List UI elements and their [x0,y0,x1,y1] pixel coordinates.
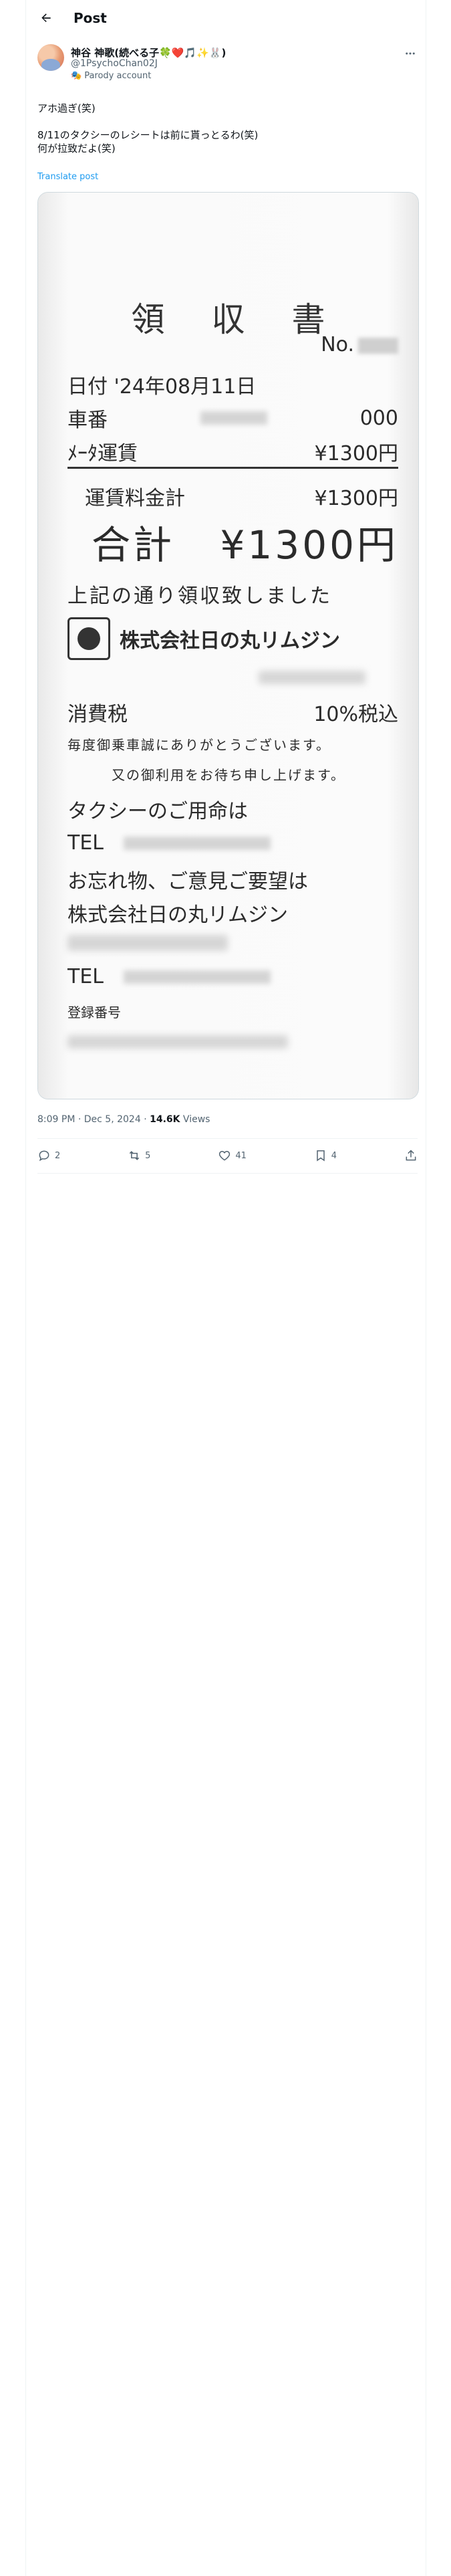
author-handle[interactable]: @1PsychoChan02J [71,58,158,69]
receipt-company-text: 株式会社日の丸リムジン [120,629,340,653]
mask-icon: 🎭 [71,71,82,81]
receipt-car-label: 車番 [67,409,108,432]
author-name[interactable]: 神谷 神歌(続べる子🍀❤️🎵✨🐰) [71,45,226,60]
translate-post-link[interactable]: Translate post [37,172,98,182]
reply-count: 2 [55,1150,61,1161]
receipt-total-value: ¥1300円 [220,522,398,568]
receipt-registration-text: 登録番号 [67,1004,121,1021]
receipt-tax-value: 10%税込 [313,703,398,726]
receipt-fare-value: ¥1300円 [314,487,398,510]
like-button[interactable]: 41 [218,1149,247,1162]
receipt-divider [67,467,398,469]
receipt: 領収書 No. 日付 '24年08月11日 車番 000 ﾒｰﾀ運賃 ¥1300円 … [38,193,418,1099]
receipt-date-text: 日付 '24年08月11日 [67,375,257,399]
receipt-tel-1: TEL [67,831,398,855]
receipt-lost-text: お忘れ物、ご意見ご要望は [67,870,308,893]
receipt-lost: お忘れ物、ご意見ご要望は [67,865,398,894]
receipt-company: 株式会社日の丸リムジン [67,617,398,660]
views-label: Views [180,1114,210,1125]
receipt-fare: 運賃料金計 ¥1300円 [85,481,398,511]
bookmark-count: 4 [331,1150,337,1161]
receipt-tax: 消費税 10%税込 [67,697,398,727]
arrow-left-icon [41,13,51,22]
repost-count: 5 [145,1150,151,1161]
post-line: 何が拉致だよ(笑) [37,142,116,154]
reply-button[interactable]: 2 [37,1149,60,1162]
receipt-thanks-1-text: 毎度御乗車誠にありがとうございます。 [67,737,331,753]
divider [37,1138,418,1139]
receipt-thanks-1: 毎度御乗車誠にありがとうございます。 [67,734,398,754]
repost-icon [129,1151,140,1160]
receipt-total: 合計 ¥1300円 [92,514,398,570]
receipt-meter-value: ¥1300円 [314,442,398,465]
share-icon [406,1150,416,1161]
top-bar: Post [25,0,426,35]
post-timestamp[interactable]: 8:09 PM · Dec 5, 2024 · [37,1114,150,1125]
share-button[interactable] [404,1149,418,1162]
heart-icon [219,1150,231,1161]
receipt-taxi-call-text: タクシーのご用命は [67,800,248,823]
hinomaru-logo [67,617,110,660]
receipt-number: No. [321,333,398,356]
receipt-thanks-2-text: 又の御利用をお待ち申し上げます。 [112,767,345,783]
back-button[interactable] [35,7,57,29]
avatar[interactable] [37,44,64,71]
view-count: 14.6K [150,1114,180,1125]
receipt-tel-1-label: TEL [67,831,104,855]
post-actions: 2 5 41 4 [37,1140,418,1172]
receipt-company-2: 株式会社日の丸リムジン [67,898,398,928]
receipt-tel-2: TEL [67,965,398,988]
bookmark-button[interactable]: 4 [314,1149,337,1162]
more-options-button[interactable] [402,45,418,62]
parody-label-text: Parody account [84,71,152,81]
receipt-tax-label: 消費税 [67,703,128,726]
page-title: Post [73,9,107,26]
post-line: 8/11のタクシーのレシートは前に貰っとるわ(笑) [37,129,259,141]
receipt-thanks-2: 又の御利用をお待ち申し上げます。 [112,764,398,784]
divider [37,1173,418,1174]
post-image[interactable]: 領収書 No. 日付 '24年08月11日 車番 000 ﾒｰﾀ運賃 ¥1300円 … [37,192,419,1099]
post-line: アホ過ぎ(笑) [37,102,96,114]
receipt-date: 日付 '24年08月11日 [67,370,398,399]
receipt-company-2-text: 株式会社日の丸リムジン [67,903,288,927]
receipt-car-suffix: 000 [359,406,398,430]
receipt-meter: ﾒｰﾀ運賃 ¥1300円 [67,437,398,466]
receipt-car: 車番 000 [67,403,398,433]
receipt-received-text: 上記の通り領収致しました [67,584,332,608]
bookmark-icon [317,1150,325,1162]
receipt-taxi-call: タクシーのご用命は [67,794,398,824]
like-count: 41 [235,1150,247,1161]
post-author: 神谷 神歌(続べる子🍀❤️🎵✨🐰) @1PsychoChan02J 🎭 Paro… [37,44,418,81]
receipt-total-label: 合計 [92,522,175,568]
reply-icon [39,1150,49,1162]
post-meta: 8:09 PM · Dec 5, 2024 · 14.6K Views [37,1114,210,1125]
repost-button[interactable]: 5 [128,1149,150,1162]
receipt-fare-label: 運賃料金計 [85,487,185,510]
more-icon [406,52,415,55]
parody-label: 🎭 Parody account [71,71,151,81]
receipt-tel-2-label: TEL [67,965,104,988]
receipt-registration: 登録番号 [67,1002,398,1021]
post-text: アホ過ぎ(笑) 8/11のタクシーのレシートは前に貰っとるわ(笑) 何が拉致だよ(… [37,102,412,155]
receipt-meter-label: ﾒｰﾀ運賃 [67,442,138,465]
receipt-received: 上記の通り領収致しました [67,579,398,609]
receipt-no-label: No. [321,333,354,356]
